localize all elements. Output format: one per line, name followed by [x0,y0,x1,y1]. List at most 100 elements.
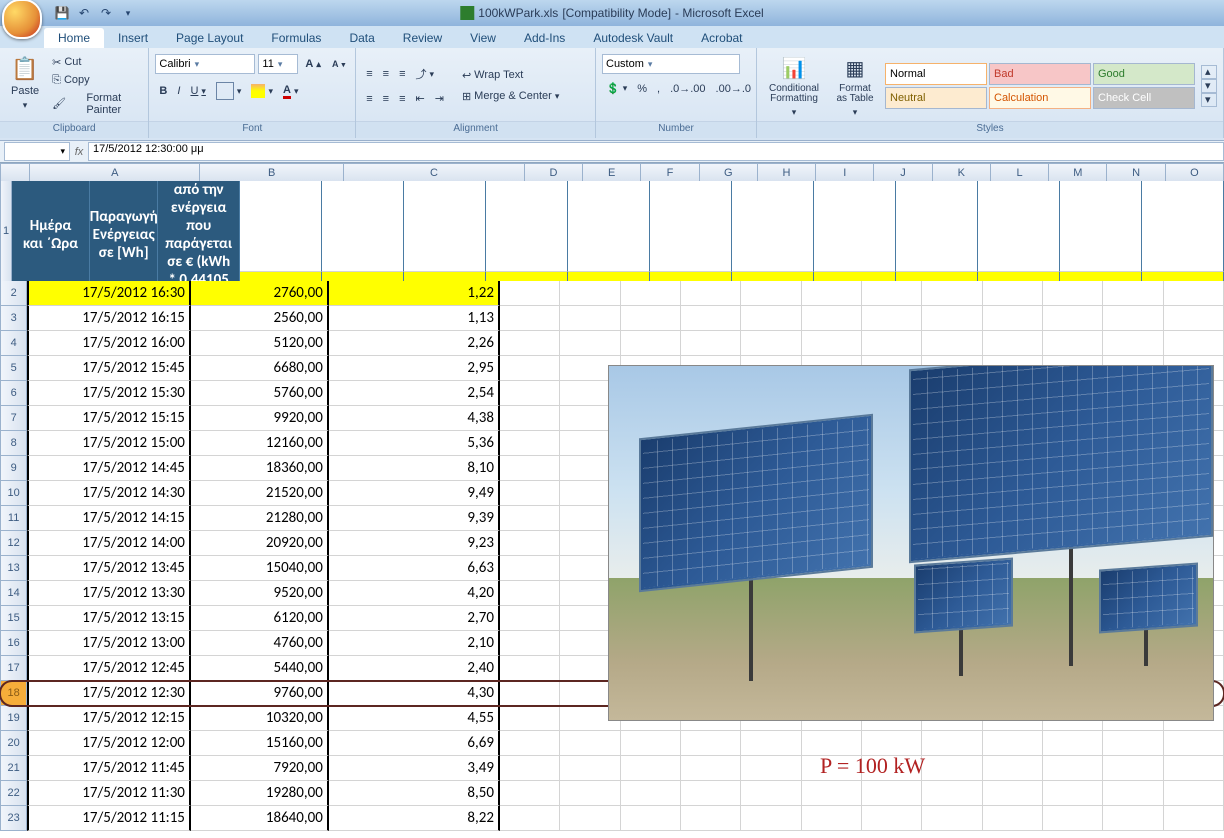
cell-J4[interactable] [862,331,922,356]
col-header-C[interactable]: C [344,163,525,183]
cell-L20[interactable] [983,731,1043,756]
cell-C18[interactable]: 4,30 [329,681,500,706]
cell-C17[interactable]: 2,40 [329,656,500,681]
cell-J3[interactable] [862,306,922,331]
percent-button[interactable]: % [633,80,651,97]
col-header-F[interactable]: F [641,163,699,183]
cell-D23[interactable] [500,806,560,831]
cell-A9[interactable]: 17/5/2012 14:45 [27,456,191,481]
cell-B15[interactable]: 6120,00 [191,606,329,631]
merge-center-button[interactable]: ⊞Merge & Center▾ [458,88,563,105]
style-neutral[interactable]: Neutral [885,87,987,109]
cell-K1[interactable] [814,181,896,272]
cell-J2[interactable] [862,281,922,306]
cell-B5[interactable]: 6680,00 [191,356,329,381]
header-cell-B[interactable]: Παραγωγή Ενέργειας σε [Wh] [90,181,158,290]
cell-O2[interactable] [1164,281,1224,306]
select-all-corner[interactable] [0,163,30,183]
cell-D1[interactable] [240,181,322,272]
underline-button[interactable]: U▾ [186,83,209,99]
tab-acrobat[interactable]: Acrobat [687,28,756,48]
cell-O23[interactable] [1164,806,1224,831]
align-bottom-button[interactable]: ≡ [395,64,409,84]
cell-J22[interactable] [862,781,922,806]
cell-C16[interactable]: 2,10 [329,631,500,656]
cell-F1[interactable] [404,181,486,272]
cell-L22[interactable] [983,781,1043,806]
bold-button[interactable]: B [155,83,171,99]
cell-D9[interactable] [500,456,560,481]
tab-home[interactable]: Home [44,28,104,48]
number-format-dropdown[interactable]: Custom▾ [602,54,740,74]
col-header-A[interactable]: A [30,163,200,183]
cell-K21[interactable] [922,756,982,781]
cell-C6[interactable]: 2,54 [329,381,500,406]
row-header-12[interactable]: 12 [0,531,27,556]
align-middle-button[interactable]: ≡ [379,64,393,84]
cell-A7[interactable]: 17/5/2012 15:15 [27,406,191,431]
tab-add-ins[interactable]: Add-Ins [510,28,579,48]
cell-A8[interactable]: 17/5/2012 15:00 [27,431,191,456]
cell-M20[interactable] [1043,731,1103,756]
comma-button[interactable]: , [653,80,664,97]
row-header-5[interactable]: 5 [0,356,27,381]
cell-B10[interactable]: 21520,00 [191,481,329,506]
cell-G22[interactable] [681,781,741,806]
paste-button[interactable]: 📋 Paste ▾ [6,53,44,119]
cell-A23[interactable]: 17/5/2012 11:15 [27,806,191,831]
col-header-I[interactable]: I [816,163,874,183]
cell-G20[interactable] [681,731,741,756]
tab-data[interactable]: Data [335,28,388,48]
cell-K22[interactable] [922,781,982,806]
cell-A21[interactable]: 17/5/2012 11:45 [27,756,191,781]
row-header-1[interactable]: 1 [0,181,12,282]
cell-K2[interactable] [922,281,982,306]
row-header-4[interactable]: 4 [0,331,27,356]
cell-B17[interactable]: 5440,00 [191,656,329,681]
cell-N1[interactable] [1060,181,1142,272]
row-header-9[interactable]: 9 [0,456,27,481]
cell-D18[interactable] [500,681,560,706]
cell-F23[interactable] [621,806,681,831]
cell-A14[interactable]: 17/5/2012 13:30 [27,581,191,606]
col-header-N[interactable]: N [1107,163,1165,183]
cell-C23[interactable]: 8,22 [329,806,500,831]
cell-B8[interactable]: 12160,00 [191,431,329,456]
cell-K23[interactable] [922,806,982,831]
cell-C3[interactable]: 1,13 [329,306,500,331]
cell-D3[interactable] [500,306,560,331]
align-center-button[interactable]: ≡ [379,90,393,107]
cell-A20[interactable]: 17/5/2012 12:00 [27,731,191,756]
cell-B23[interactable]: 18640,00 [191,806,329,831]
formula-input[interactable]: 17/5/2012 12:30:00 μμ [88,142,1224,161]
cell-C9[interactable]: 8,10 [329,456,500,481]
font-face-dropdown[interactable]: Calibri▾ [155,54,255,74]
conditional-formatting-button[interactable]: 📊 Conditional Formatting▾ [763,53,825,119]
cell-C12[interactable]: 9,23 [329,531,500,556]
cell-B18[interactable]: 9760,00 [191,681,329,706]
cell-L21[interactable] [983,756,1043,781]
cell-J1[interactable] [732,181,814,272]
cell-D7[interactable] [500,406,560,431]
cell-H20[interactable] [741,731,801,756]
cell-K4[interactable] [922,331,982,356]
style-bad[interactable]: Bad [989,63,1091,85]
cell-E1[interactable] [322,181,404,272]
cell-C10[interactable]: 9,49 [329,481,500,506]
cell-O20[interactable] [1164,731,1224,756]
row-header-13[interactable]: 13 [0,556,27,581]
decrease-font-button[interactable]: A▾ [328,57,349,71]
cell-H22[interactable] [741,781,801,806]
format-painter-button[interactable]: 🖌Format Painter [48,90,142,118]
cell-G3[interactable] [681,306,741,331]
cell-O3[interactable] [1164,306,1224,331]
italic-button[interactable]: I [173,83,184,99]
borders-button[interactable]: ▾ [212,80,246,102]
decrease-indent-button[interactable]: ⇤ [412,90,429,107]
cell-B6[interactable]: 5760,00 [191,381,329,406]
cell-E20[interactable] [560,731,620,756]
col-header-H[interactable]: H [758,163,816,183]
tab-autodesk-vault[interactable]: Autodesk Vault [579,28,687,48]
qat-customize-icon[interactable]: ▾ [120,5,136,21]
cell-C15[interactable]: 2,70 [329,606,500,631]
